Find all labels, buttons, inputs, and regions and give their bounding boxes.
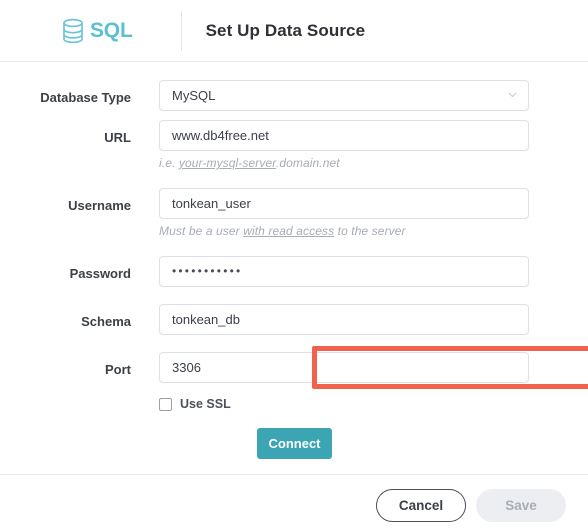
username-hint: Must be a user with read access to the s…	[159, 224, 529, 238]
modal-footer: Cancel Save	[0, 474, 588, 530]
username-input[interactable]: tonkean_user	[159, 188, 529, 219]
use-ssl-checkbox-row[interactable]: Use SSL	[159, 397, 231, 411]
sql-logo: SQL	[62, 18, 133, 44]
label-schema: Schema	[81, 314, 131, 329]
save-button[interactable]: Save	[476, 489, 566, 522]
url-hint-prefix: i.e.	[159, 156, 179, 170]
modal-header: SQL Set Up Data Source	[0, 0, 588, 62]
form-body: Database Type MySQL URL www.db4free.net …	[0, 62, 588, 474]
header-divider	[180, 10, 182, 51]
database-cylinder-icon	[62, 18, 84, 44]
label-url: URL	[104, 130, 131, 145]
url-input[interactable]: www.db4free.net	[159, 120, 529, 151]
label-password: Password	[69, 266, 131, 281]
footer-actions: Cancel Save	[376, 489, 566, 522]
port-input[interactable]: 3306	[159, 352, 529, 383]
set-up-data-source-modal: SQL Set Up Data Source Database Type MyS…	[0, 0, 588, 530]
username-hint-underlined: with read access	[243, 224, 335, 238]
username-hint-prefix: Must be a user	[159, 224, 244, 238]
page-title: Set Up Data Source	[205, 20, 366, 40]
username-hint-suffix: to the server	[334, 224, 406, 238]
label-database-type: Database Type	[40, 90, 131, 105]
url-hint: i.e. your-mysql-server.domain.net	[159, 156, 529, 170]
password-input[interactable]: •••••••••••	[159, 256, 529, 287]
database-type-select[interactable]: MySQL	[159, 80, 529, 111]
schema-input[interactable]: tonkean_db	[159, 304, 529, 335]
use-ssl-label: Use SSL	[180, 397, 231, 411]
cancel-button[interactable]: Cancel	[376, 489, 466, 522]
use-ssl-checkbox[interactable]	[159, 397, 172, 411]
connect-button[interactable]: Connect	[257, 428, 332, 459]
label-port: Port	[105, 362, 131, 377]
label-username: Username	[68, 198, 131, 213]
url-hint-suffix: .domain.net	[275, 156, 340, 170]
url-hint-underlined: your-mysql-server	[178, 156, 276, 170]
logo-text: SQL	[90, 19, 133, 42]
